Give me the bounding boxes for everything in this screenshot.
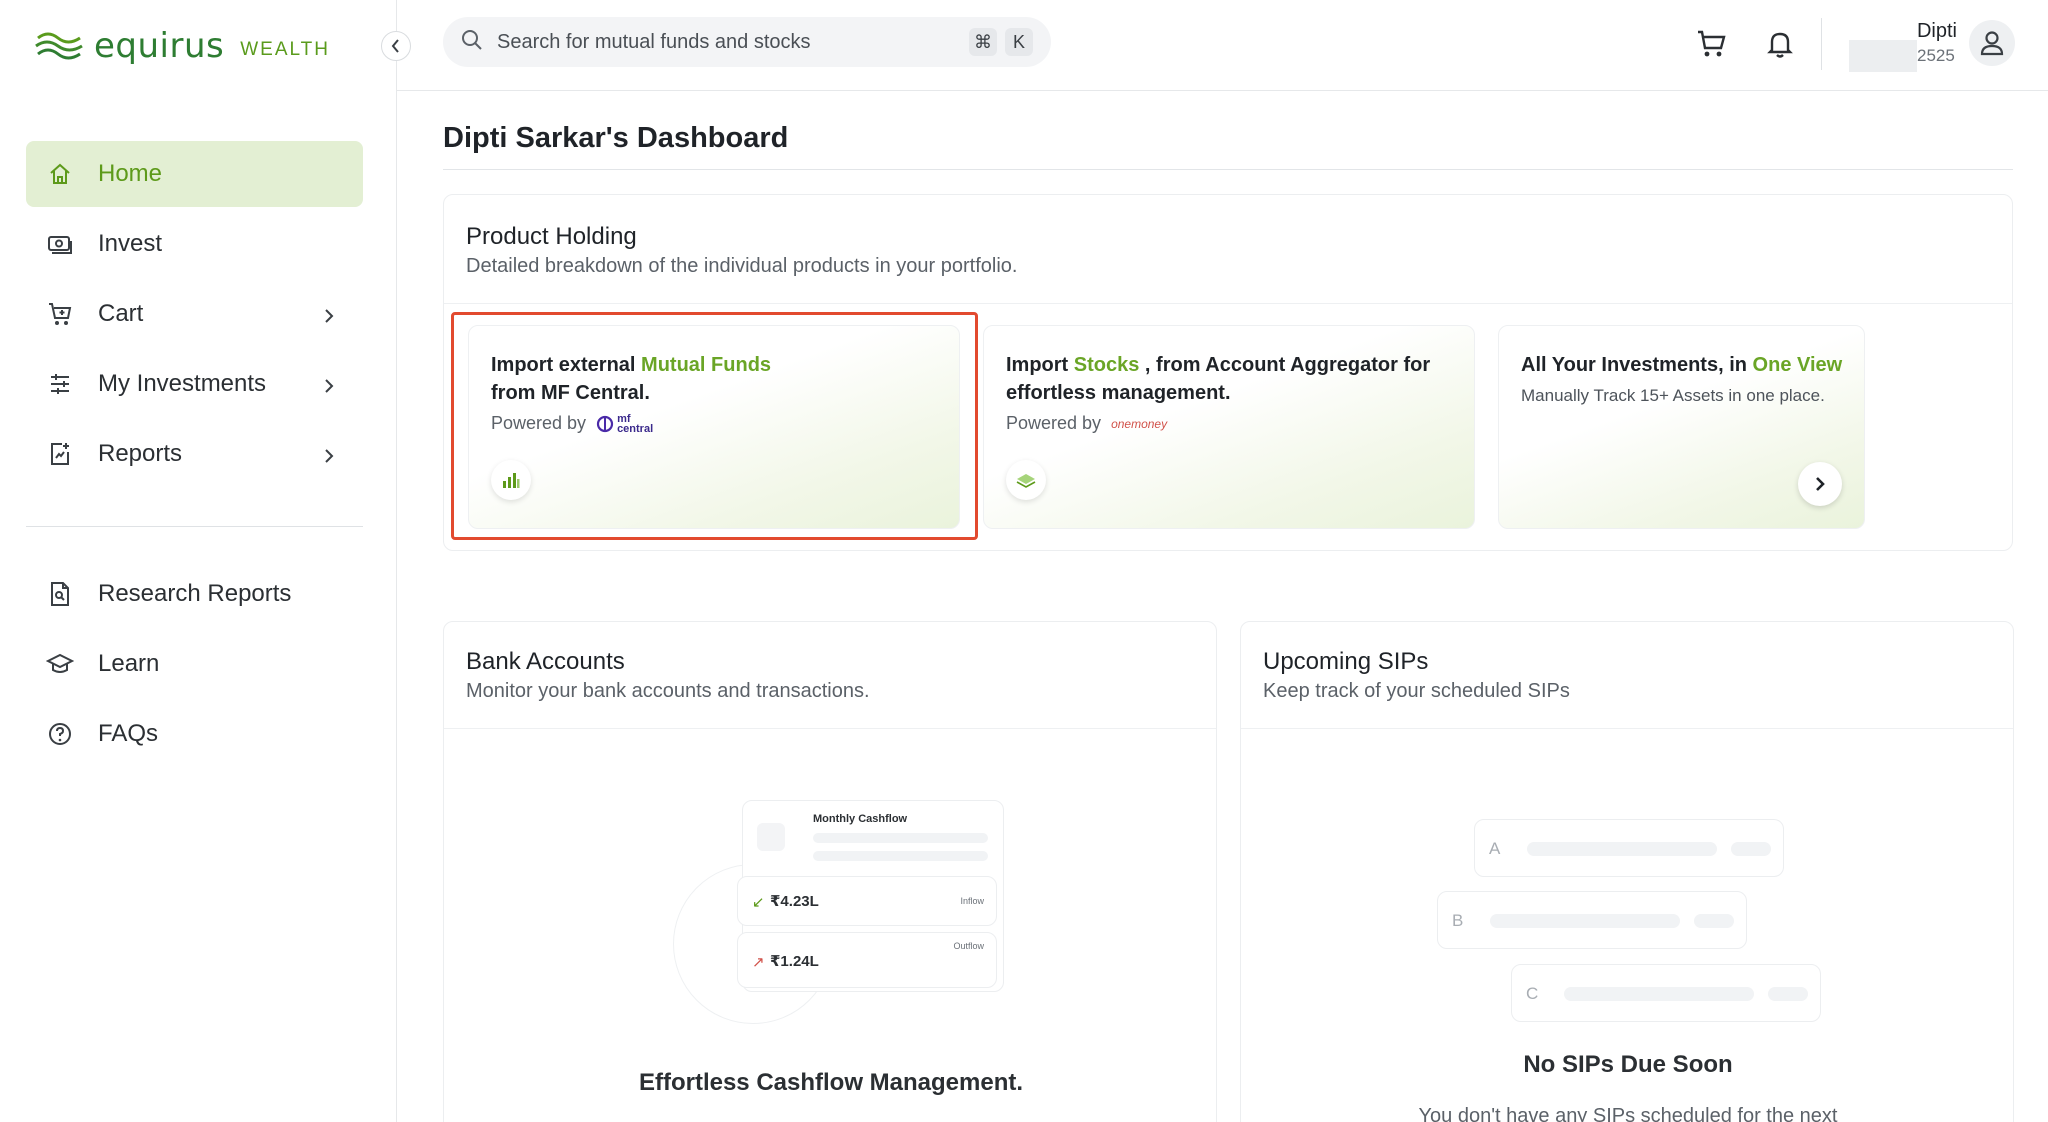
card-subtitle: Monitor your bank accounts and transacti… [466, 680, 870, 702]
brand-logo[interactable]: equirus WEALTH [34, 26, 330, 66]
redacted-user-info [1849, 40, 1917, 72]
cart-icon [1698, 30, 1726, 57]
no-sips-caption: No SIPs Due Soon [1523, 1051, 1733, 1078]
home-icon [46, 160, 74, 188]
card-title: Product Holding [466, 223, 637, 250]
avatar[interactable] [1969, 20, 2015, 66]
card-subtitle: Detailed breakdown of the individual pro… [466, 255, 1018, 277]
outflow-label: Outflow [953, 941, 984, 951]
cashflow-header: Monthly Cashflow [813, 813, 908, 825]
graduation-cap-icon [46, 650, 74, 678]
powered-by: Powered by onemoney [1006, 413, 1168, 433]
search-bar[interactable]: Search for mutual funds and stocks ⌘ K [443, 17, 1051, 67]
brand-mark-icon [35, 32, 83, 60]
sidebar: equirus WEALTH Home Invest Cart My Inves… [0, 0, 397, 1122]
user-name[interactable]: Dipti [1915, 20, 1957, 43]
sidebar-item-home[interactable]: Home [26, 141, 363, 207]
tile-headline: Import Stocks , from Account Aggregator … [1006, 354, 1431, 376]
sidebar-item-label: Learn [98, 650, 160, 677]
no-sips-body: You don't have any SIPs scheduled for th… [1418, 1105, 1838, 1122]
sidebar-item-invest[interactable]: Invest [26, 211, 363, 277]
help-icon [46, 720, 74, 748]
sidebar-item-label: FAQs [98, 720, 159, 747]
sidebar-item-label: Invest [98, 230, 163, 257]
onemoney-logo: onemoney [1111, 416, 1168, 431]
one-view-tile[interactable]: All Your Investments, in One View Manual… [1498, 325, 1865, 529]
inflow-row: ↙ ₹4.23L Inflow [737, 876, 997, 926]
sidebar-item-research-reports[interactable]: Research Reports [26, 561, 363, 627]
cashflow-caption: Effortless Cashflow Management. [638, 1069, 1024, 1096]
card-subtitle: Keep track of your scheduled SIPs [1263, 680, 1570, 702]
cart-icon [46, 300, 74, 328]
title-divider [443, 169, 2013, 170]
outflow-row: ↗ ₹1.24L Outflow [737, 932, 997, 988]
card-title: Bank Accounts [466, 648, 625, 675]
next-button[interactable] [1798, 462, 1842, 506]
topbar-divider [1821, 18, 1822, 70]
brand-sub: WEALTH [240, 39, 331, 60]
user-icon [1980, 31, 2004, 56]
arrow-up-right-icon: ↗ [752, 954, 765, 971]
sidebar-item-label: Cart [98, 300, 144, 327]
sip-placeholder-row: B [1437, 891, 1747, 949]
search-icon [461, 29, 483, 56]
arrow-down-left-icon: ↙ [752, 894, 765, 911]
notifications-button[interactable] [1762, 26, 1798, 62]
sidebar-item-label: Home [98, 160, 163, 187]
outflow-value: ₹1.24L [770, 953, 819, 970]
inflow-label: Inflow [960, 896, 984, 906]
invest-icon [46, 230, 74, 258]
sidebar-item-learn[interactable]: Learn [26, 631, 363, 697]
bell-icon [1767, 32, 1793, 58]
sip-placeholder-row: A [1474, 819, 1784, 877]
card-divider [444, 728, 1216, 729]
stack-icon [1006, 460, 1046, 500]
sip-placeholder-row: C [1511, 964, 1821, 1022]
top-bar: Search for mutual funds and stocks ⌘ K D… [397, 0, 2048, 91]
tile-headline: All Your Investments, in One View [1521, 354, 1843, 376]
brand-name: equirus [94, 26, 225, 66]
report-icon [46, 440, 74, 468]
sidebar-item-label: Reports [98, 440, 183, 467]
chevron-right-icon [1816, 477, 1825, 491]
nav-divider [26, 526, 363, 527]
sidebar-item-cart[interactable]: Cart [26, 281, 363, 347]
page-title: Dipti Sarkar's Dashboard [443, 122, 789, 154]
chevron-right-icon [323, 374, 335, 402]
sliders-icon [46, 370, 74, 398]
tile-headline-line2: effortless management. [1006, 382, 1231, 404]
chevron-left-icon [391, 39, 399, 53]
sidebar-item-label: Research Reports [98, 580, 292, 607]
shortcut-key-k: K [1005, 28, 1033, 56]
chevron-right-icon [323, 444, 335, 472]
cart-button[interactable] [1694, 26, 1730, 62]
import-stocks-tile[interactable]: Import Stocks , from Account Aggregator … [983, 325, 1475, 529]
research-icon [46, 580, 74, 608]
search-input[interactable]: Search for mutual funds and stocks [497, 31, 961, 54]
inflow-value: ₹4.23L [770, 893, 819, 910]
wallet-icon [757, 823, 785, 851]
card-title: Upcoming SIPs [1263, 648, 1429, 675]
collapse-sidebar-button[interactable] [381, 31, 411, 61]
highlight-box [451, 312, 978, 540]
user-id: 2525 [1917, 46, 1955, 65]
secondary-nav: Research Reports Learn FAQs [26, 561, 363, 771]
bank-accounts-card: Bank Accounts Monitor your bank accounts… [443, 621, 1217, 1122]
chevron-right-icon [323, 304, 335, 332]
card-divider [1241, 728, 2013, 729]
sidebar-item-label: My Investments [98, 370, 267, 397]
sidebar-item-my-investments[interactable]: My Investments [26, 351, 363, 417]
primary-nav: Home Invest Cart My Investments Reports [26, 141, 363, 491]
tile-note: Manually Track 15+ Assets in one place. [1521, 386, 1825, 405]
shortcut-key-cmd: ⌘ [969, 28, 997, 56]
sidebar-item-faqs[interactable]: FAQs [26, 701, 363, 767]
upcoming-sips-card: Upcoming SIPs Keep track of your schedul… [1240, 621, 2014, 1122]
sidebar-item-reports[interactable]: Reports [26, 421, 363, 487]
card-divider [444, 303, 2012, 304]
